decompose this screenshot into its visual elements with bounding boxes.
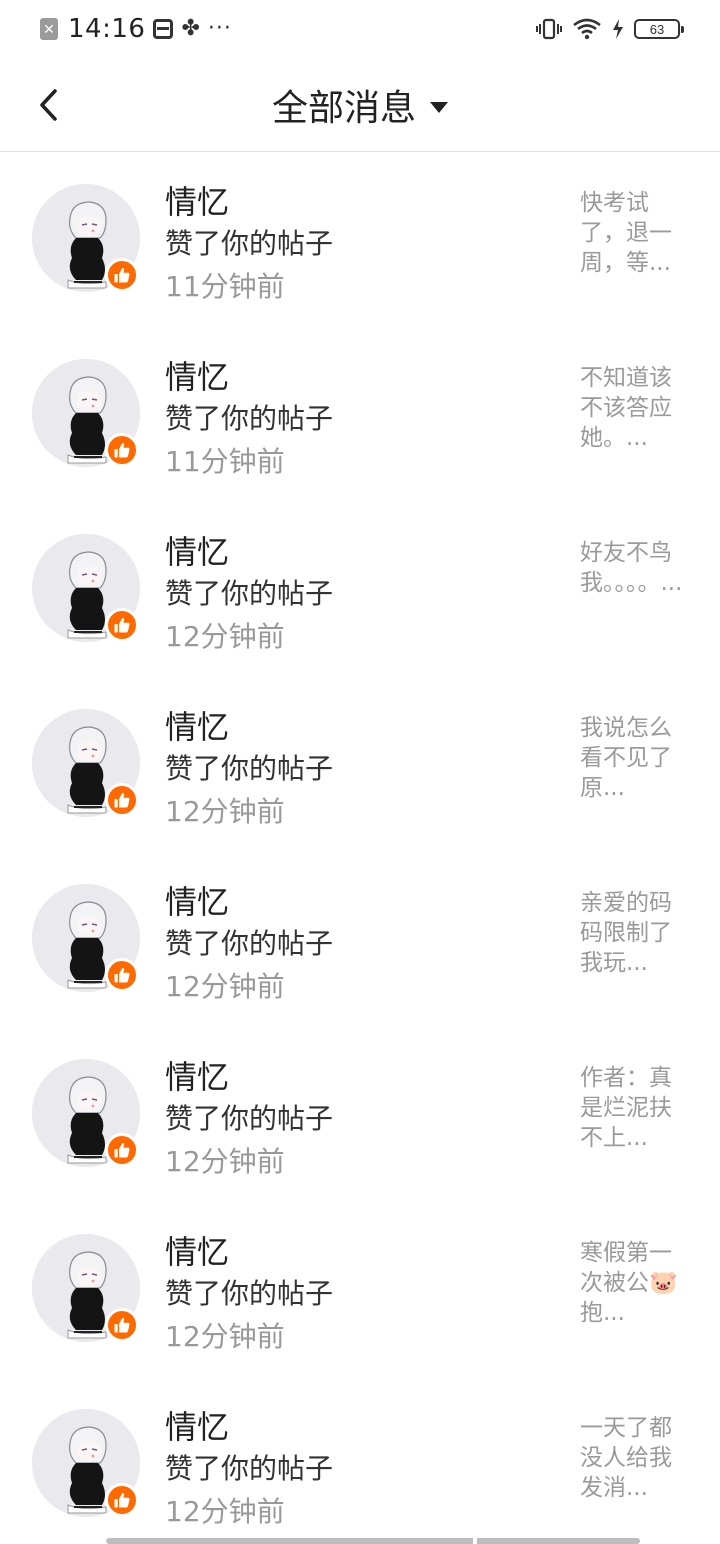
notification-action: 赞了你的帖子: [165, 1102, 334, 1135]
post-preview[interactable]: 我说怎么看不见了原...: [580, 713, 684, 803]
close-notification-icon: ✕: [40, 18, 58, 40]
sender-name[interactable]: 情忆: [165, 882, 229, 922]
notification-action: 赞了你的帖子: [165, 402, 334, 435]
battery-level: 63: [649, 21, 665, 37]
sender-name[interactable]: 情忆: [165, 357, 229, 397]
status-left: ✕ 14:16 ✤ ···: [40, 14, 232, 44]
thumbs-up-icon: [114, 967, 130, 983]
thumbs-up-icon: [114, 1492, 130, 1508]
battery-indicator: 63: [634, 19, 684, 39]
status-right: 63: [536, 18, 684, 40]
message-list-content: 情忆 赞了你的帖子 11分钟前 快考试了，退一周，等... 情忆 赞了你的帖子 …: [0, 152, 720, 1532]
post-preview[interactable]: 寒假第一次被公🐷抱...: [580, 1238, 684, 1328]
list-item[interactable]: 情忆 赞了你的帖子 12分钟前 好友不鸟我。。。。...: [0, 482, 720, 657]
notification-time: 12分钟前: [165, 970, 285, 1003]
sender-name[interactable]: 情忆: [165, 1057, 229, 1097]
list-item[interactable]: 情忆 赞了你的帖子 12分钟前 一天了都没人给我发消...: [0, 1357, 720, 1532]
notification-action: 赞了你的帖子: [165, 1452, 334, 1485]
sender-name[interactable]: 情忆: [165, 182, 229, 222]
wifi-icon: [573, 18, 601, 40]
notification-time: 12分钟前: [165, 620, 285, 653]
post-preview[interactable]: 作者：真是烂泥扶不上...: [580, 1063, 684, 1153]
like-badge: [105, 608, 139, 642]
charging-icon: [613, 19, 623, 39]
post-preview[interactable]: 好友不鸟我。。。。...: [580, 538, 684, 598]
like-badge: [105, 958, 139, 992]
notification-time: 11分钟前: [165, 445, 285, 478]
scroll-indicator: [106, 1538, 640, 1544]
thumbs-up-icon: [114, 442, 130, 458]
vibrate-icon: [536, 18, 562, 40]
page-title: 全部消息: [271, 88, 416, 129]
header: 全部消息: [0, 58, 720, 152]
notification-action: 赞了你的帖子: [165, 227, 334, 260]
fan-icon: ✤: [181, 16, 200, 41]
list-item[interactable]: 情忆 赞了你的帖子 12分钟前 我说怎么看不见了原...: [0, 657, 720, 832]
notification-time: 12分钟前: [165, 1145, 285, 1178]
post-preview[interactable]: 一天了都没人给我发消...: [580, 1413, 684, 1503]
notification-action: 赞了你的帖子: [165, 1277, 334, 1310]
post-preview[interactable]: 亲爱的码码限制了我玩...: [580, 888, 684, 978]
like-badge: [105, 783, 139, 817]
more-dots-icon: ···: [207, 16, 232, 41]
caret-down-icon: [430, 101, 448, 113]
sim-card-icon: [153, 19, 174, 39]
post-preview[interactable]: 快考试了，退一周，等...: [580, 188, 684, 278]
status-bar: ✕ 14:16 ✤ ··· 63: [0, 0, 720, 58]
like-badge: [105, 1133, 139, 1167]
like-badge: [105, 1483, 139, 1517]
notification-time: 12分钟前: [165, 1495, 285, 1528]
sender-name[interactable]: 情忆: [165, 1407, 229, 1447]
list-item[interactable]: 情忆 赞了你的帖子 11分钟前 不知道该不该答应她。...: [0, 307, 720, 482]
notification-action: 赞了你的帖子: [165, 752, 334, 785]
list-item[interactable]: 情忆 赞了你的帖子 12分钟前 亲爱的码码限制了我玩...: [0, 832, 720, 1007]
notification-time: 12分钟前: [165, 1320, 285, 1353]
like-badge: [105, 1308, 139, 1342]
sender-name[interactable]: 情忆: [165, 707, 229, 747]
sender-name[interactable]: 情忆: [165, 1232, 229, 1272]
thumbs-up-icon: [114, 792, 130, 808]
sender-name[interactable]: 情忆: [165, 532, 229, 572]
list-item[interactable]: 情忆 赞了你的帖子 11分钟前 快考试了，退一周，等...: [0, 152, 720, 307]
scroll-indicator-gap: [473, 1538, 477, 1544]
notification-time: 12分钟前: [165, 795, 285, 828]
thumbs-up-icon: [114, 267, 130, 283]
post-preview[interactable]: 不知道该不该答应她。...: [580, 363, 684, 453]
list-item[interactable]: 情忆 赞了你的帖子 12分钟前 作者：真是烂泥扶不上...: [0, 1007, 720, 1182]
message-list[interactable]: 情忆 赞了你的帖子 11分钟前 快考试了，退一周，等... 情忆 赞了你的帖子 …: [0, 152, 720, 1544]
thumbs-up-icon: [114, 1142, 130, 1158]
notification-action: 赞了你的帖子: [165, 577, 334, 610]
like-badge: [105, 258, 139, 292]
like-badge: [105, 433, 139, 467]
thumbs-up-icon: [114, 617, 130, 633]
thumbs-up-icon: [114, 1317, 130, 1333]
status-time: 14:16: [68, 14, 146, 44]
list-item[interactable]: 情忆 赞了你的帖子 12分钟前 寒假第一次被公🐷抱...: [0, 1182, 720, 1357]
notification-time: 11分钟前: [165, 270, 285, 303]
message-filter-dropdown[interactable]: 全部消息: [0, 80, 720, 130]
notification-action: 赞了你的帖子: [165, 927, 334, 960]
